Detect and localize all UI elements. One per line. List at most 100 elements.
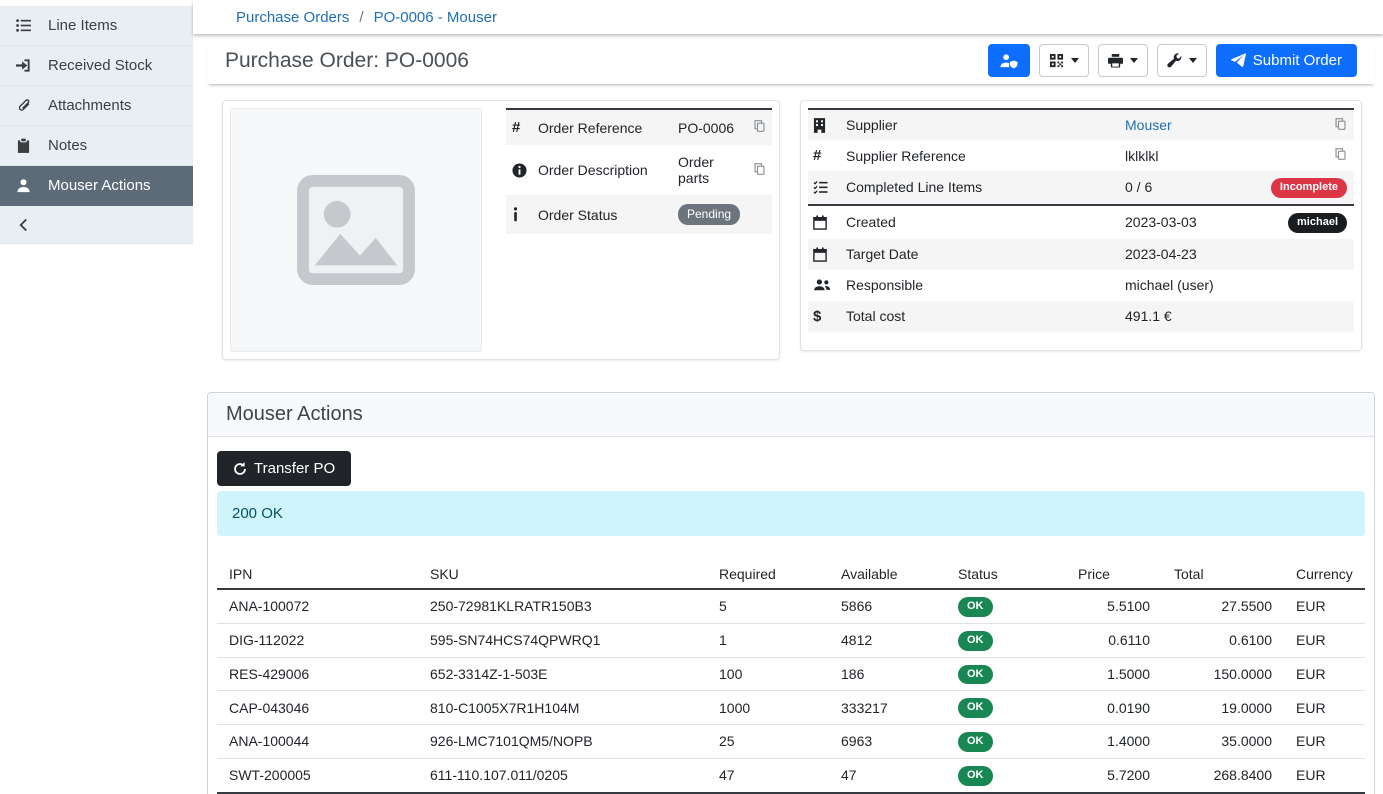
chevron-left-icon xyxy=(14,218,32,232)
cell-currency: EUR xyxy=(1284,589,1365,623)
list-icon xyxy=(14,19,32,32)
status-badge: OK xyxy=(958,665,993,685)
detail-value: Order parts xyxy=(676,145,746,195)
cell-price: 5.5100 xyxy=(1066,589,1162,623)
cell-ipn: ANA-100072 xyxy=(217,589,418,623)
actions-menu-button[interactable] xyxy=(1157,44,1207,77)
user-icon xyxy=(14,178,32,193)
table-row: SWT-200005 611-110.107.011/0205 47 47 OK… xyxy=(217,758,1365,792)
sidebar-item-mouser-actions[interactable]: Mouser Actions xyxy=(0,166,193,206)
mouser-actions-panel: Mouser Actions Transfer PO 200 OK xyxy=(207,392,1375,794)
cell-required: 1000 xyxy=(707,691,829,725)
breadcrumb-link-current-order[interactable]: PO-0006 - Mouser xyxy=(374,9,497,26)
refresh-icon xyxy=(233,462,247,476)
sidebar-item-received-stock[interactable]: Received Stock xyxy=(0,46,193,86)
sidebar-collapse-button[interactable] xyxy=(0,206,193,244)
supplier-link[interactable]: Mouser xyxy=(1125,117,1172,133)
cell-currency: EUR xyxy=(1284,691,1365,725)
column-header-price: Price xyxy=(1066,560,1162,589)
cell-required: 25 xyxy=(707,725,829,759)
supplier-detail-table: Supplier Mouser # Supplier Reference lkl… xyxy=(808,108,1354,332)
clipboard-icon xyxy=(14,138,32,153)
main-content: Purchase Orders / PO-0006 - Mouser Purch… xyxy=(193,0,1383,794)
paperclip-icon xyxy=(14,98,32,113)
sidebar-item-label: Attachments xyxy=(48,97,131,114)
column-header-currency: Currency xyxy=(1284,560,1365,589)
detail-value: 491.1 € xyxy=(1123,301,1243,332)
copy-button[interactable] xyxy=(1334,117,1347,131)
list-check-icon xyxy=(808,171,844,205)
transfer-po-button[interactable]: Transfer PO xyxy=(217,451,351,486)
cell-required: 100 xyxy=(707,657,829,691)
detail-row-order-reference: # Order Reference PO-0006 xyxy=(506,109,772,145)
supplier-info-card: Supplier Mouser # Supplier Reference lkl… xyxy=(800,100,1362,351)
cell-sku: 810-C1005X7R1H104M xyxy=(418,691,707,725)
header-actions: Submit Order xyxy=(988,44,1357,77)
cell-status: OK xyxy=(946,691,1066,725)
cell-status: OK xyxy=(946,725,1066,759)
tools-icon xyxy=(1167,53,1182,68)
barcode-menu-button[interactable] xyxy=(1039,44,1089,77)
detail-label: Completed Line Items xyxy=(844,171,1123,205)
app-root: Line Items Received Stock Attachments No… xyxy=(0,0,1383,794)
detail-value: 2023-03-03 xyxy=(1123,205,1243,239)
status-badge: OK xyxy=(958,732,993,752)
table-row: CAP-043046 810-C1005X7R1H104M 1000 33321… xyxy=(217,691,1365,725)
cell-currency: EUR xyxy=(1284,657,1365,691)
detail-value: lklklkl xyxy=(1123,140,1243,171)
qrcode-icon xyxy=(1049,53,1064,68)
caret-down-icon xyxy=(1130,58,1138,63)
detail-label: Supplier xyxy=(844,109,1123,140)
column-header-status: Status xyxy=(946,560,1066,589)
order-status-badge: Pending xyxy=(678,204,740,225)
cell-total: 268.8400 xyxy=(1162,758,1284,792)
breadcrumb-separator: / xyxy=(359,9,363,26)
detail-value: 2023-04-23 xyxy=(1123,239,1243,270)
cell-status: OK xyxy=(946,758,1066,792)
cell-price: 5.7200 xyxy=(1066,758,1162,792)
copy-button[interactable] xyxy=(753,162,766,176)
breadcrumb-link-purchase-orders[interactable]: Purchase Orders xyxy=(236,9,349,26)
hash-icon: # xyxy=(506,109,536,145)
status-badge: OK xyxy=(958,597,993,617)
admin-button[interactable] xyxy=(988,44,1030,77)
calendar-icon xyxy=(808,205,844,239)
page-header: Purchase Order: PO-0006 xyxy=(207,37,1375,84)
panel-title: Mouser Actions xyxy=(226,403,1356,426)
copy-button[interactable] xyxy=(1334,147,1347,161)
cell-price: 1.4000 xyxy=(1066,725,1162,759)
cell-available: 47 xyxy=(829,758,946,792)
detail-row-order-status: Order Status Pending xyxy=(506,195,772,234)
column-header-required: Required xyxy=(707,560,829,589)
paper-plane-icon xyxy=(1231,53,1246,68)
detail-label: Order Reference xyxy=(536,109,676,145)
submit-order-label: Submit Order xyxy=(1253,52,1342,69)
sidebar-item-line-items[interactable]: Line Items xyxy=(0,6,193,46)
column-header-sku: SKU xyxy=(418,560,707,589)
submit-order-button[interactable]: Submit Order xyxy=(1216,44,1357,77)
detail-row-completed-line-items: Completed Line Items 0 / 6 Incomplete xyxy=(808,171,1354,205)
calendar-icon xyxy=(808,239,844,270)
cell-sku: 250-72981KLRATR150B3 xyxy=(418,589,707,623)
printer-icon xyxy=(1108,54,1123,68)
table-header-row: IPN SKU Required Available Status Price … xyxy=(217,560,1365,589)
detail-value: PO-0006 xyxy=(676,109,746,145)
sign-in-icon xyxy=(14,58,32,73)
sidebar-item-attachments[interactable]: Attachments xyxy=(0,86,193,126)
users-icon xyxy=(808,270,844,301)
transfer-po-label: Transfer PO xyxy=(254,460,335,477)
copy-button[interactable] xyxy=(753,119,766,133)
cell-ipn: CAP-043046 xyxy=(217,691,418,725)
print-menu-button[interactable] xyxy=(1098,44,1148,77)
part-image-placeholder[interactable] xyxy=(230,108,482,352)
page-title: Purchase Order: PO-0006 xyxy=(225,49,469,73)
caret-down-icon xyxy=(1071,58,1079,63)
sidebar-item-notes[interactable]: Notes xyxy=(0,126,193,166)
detail-row-supplier: Supplier Mouser xyxy=(808,109,1354,140)
table-row: RES-429006 652-3314Z-1-503E 100 186 OK 1… xyxy=(217,657,1365,691)
cell-available: 5866 xyxy=(829,589,946,623)
breadcrumb: Purchase Orders / PO-0006 - Mouser xyxy=(193,0,1383,34)
cell-total: 27.5500 xyxy=(1162,589,1284,623)
detail-label: Target Date xyxy=(844,239,1123,270)
info-circle-icon xyxy=(506,145,536,195)
